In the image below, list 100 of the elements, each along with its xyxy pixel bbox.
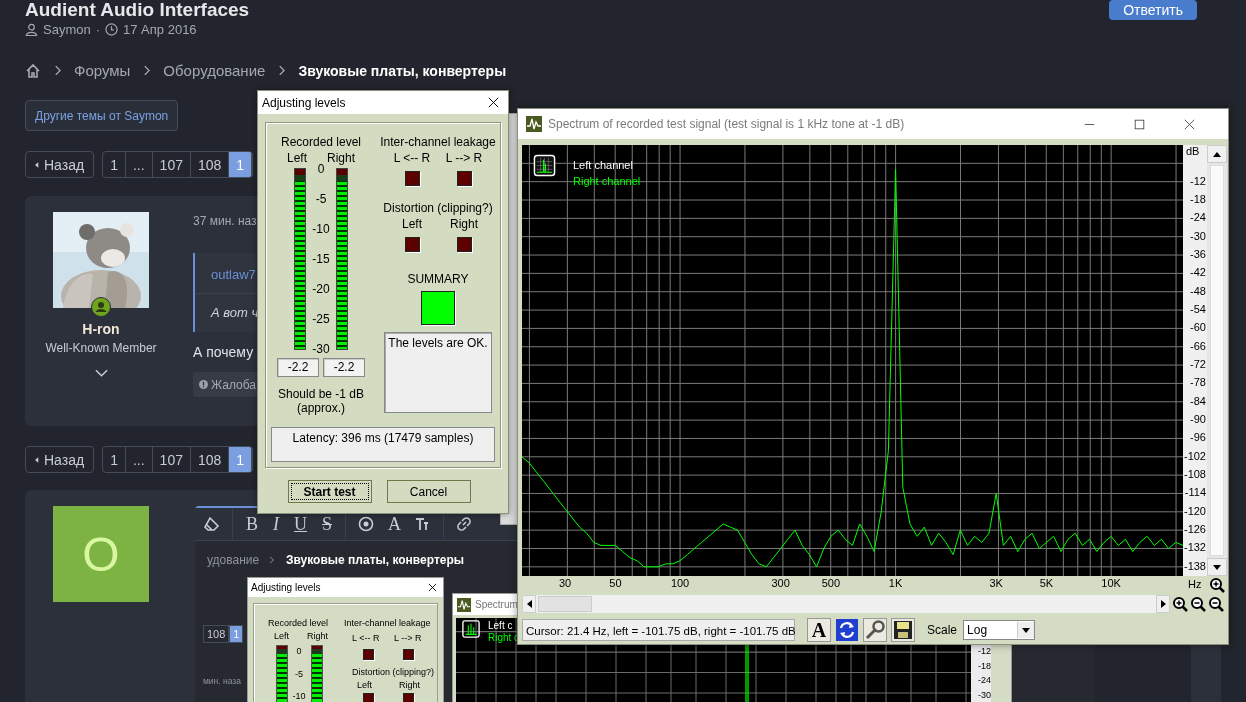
- eraser-icon[interactable]: [203, 515, 221, 533]
- page-link[interactable]: 107: [152, 152, 191, 177]
- chevron-icon: [143, 65, 151, 76]
- maximize-button[interactable]: [1134, 118, 1145, 130]
- axis-label: -54: [1190, 303, 1206, 316]
- chevron-down-icon[interactable]: [94, 369, 108, 377]
- legend-label: Left channel: [573, 158, 634, 173]
- axis-label: -84: [1190, 394, 1206, 407]
- other-topics-button[interactable]: Другие темы от Saymon: [25, 100, 179, 131]
- zoom-in-icon[interactable]: [1209, 577, 1225, 593]
- post-time: 37 мин. наз: [193, 214, 257, 228]
- close-button[interactable]: [1184, 118, 1195, 130]
- arrow-down-icon[interactable]: [1213, 564, 1221, 570]
- page-link[interactable]: ...: [125, 152, 153, 177]
- leakage-label: Inter-channel leakage: [344, 618, 431, 628]
- arrow-right-icon[interactable]: [1160, 599, 1166, 608]
- previous-page-button[interactable]: Назад: [25, 446, 95, 473]
- dialog-button[interactable]: Cancel: [386, 480, 471, 503]
- zoom-out-icon[interactable]: [1190, 595, 1206, 612]
- scale-label: -30: [312, 342, 330, 356]
- axis-label: -42: [1190, 266, 1206, 279]
- axis-label: 5K: [1038, 577, 1055, 589]
- scale-select[interactable]: Log: [963, 620, 1036, 640]
- post-time: мин. наза: [203, 676, 241, 686]
- text-color-button[interactable]: A: [386, 513, 404, 535]
- wrench-icon[interactable]: [863, 618, 887, 642]
- zoom-out-icon[interactable]: [1208, 595, 1224, 612]
- report-button[interactable]: Жалоба: [193, 372, 259, 397]
- axis-label: -138: [1183, 559, 1206, 572]
- page-link[interactable]: ...: [125, 447, 153, 472]
- quote-author-link[interactable]: outlaw7: [211, 267, 256, 282]
- channel-label: Right: [307, 631, 328, 641]
- scale-label: 0: [317, 162, 325, 176]
- hint-note: (approx.): [297, 401, 345, 415]
- post-date: 17 Апр 2016: [123, 22, 197, 37]
- axis-label: -72: [1190, 358, 1206, 371]
- link-icon[interactable]: [455, 515, 474, 533]
- waveform-icon: [457, 597, 471, 612]
- chevron-icon: [54, 65, 61, 76]
- axis-unit: dB: [1186, 145, 1200, 157]
- separator-dot: ·: [95, 22, 101, 37]
- axis-label: -114: [1184, 486, 1206, 499]
- axis-label: -18: [978, 660, 991, 671]
- user-title: Well-Known Member: [45, 341, 157, 355]
- channel-label: Right: [327, 151, 355, 165]
- channel-label: Left: [287, 151, 307, 165]
- distortion-label: Distortion (clipping?): [383, 201, 493, 215]
- italic-button[interactable]: I: [271, 513, 281, 535]
- chart-icon[interactable]: [533, 154, 556, 177]
- chevron-icon: [278, 65, 286, 76]
- breadcrumb-link[interactable]: Оборудование: [163, 62, 266, 79]
- scale-label: Scale: [927, 623, 958, 637]
- cursor-readout: Cursor: 21.4 Hz, left = -101.75 dB, right = -101.75 dB: [522, 619, 795, 641]
- scale-label: -25: [312, 312, 330, 326]
- arrow-up-icon[interactable]: [1213, 151, 1221, 157]
- axis-label: -90: [1190, 413, 1206, 426]
- scale-label: -10: [291, 691, 307, 701]
- page-link[interactable]: 1: [103, 152, 126, 177]
- waveform-icon: [526, 116, 542, 132]
- reply-button[interactable]: Ответить: [1109, 0, 1197, 20]
- home-icon[interactable]: [25, 62, 41, 79]
- breadcrumb-link[interactable]: Форумы: [74, 62, 131, 79]
- font-button[interactable]: A: [807, 618, 831, 642]
- refresh-icon[interactable]: [835, 618, 859, 642]
- username[interactable]: H-ron: [82, 321, 120, 337]
- page-link[interactable]: 1: [103, 447, 126, 472]
- save-icon[interactable]: [891, 618, 915, 642]
- axis-label: 10K: [1100, 577, 1122, 589]
- dialog-button[interactable]: Start test: [287, 480, 372, 503]
- user-icon: [25, 23, 38, 36]
- axis-label: -12: [978, 646, 991, 656]
- latency-text: Latency: 396 ms (17479 samples): [292, 431, 474, 445]
- axis-label: -36: [1190, 248, 1206, 261]
- close-button[interactable]: [488, 97, 499, 108]
- previous-page-button[interactable]: Назад: [25, 151, 95, 178]
- circle-icon[interactable]: [357, 515, 376, 533]
- underline-button[interactable]: U: [292, 513, 309, 535]
- previous-label: Назад: [44, 451, 85, 468]
- bold-button[interactable]: B: [244, 513, 260, 535]
- window-title: Adjusting levels: [262, 95, 346, 110]
- channel-label: L --> R: [445, 151, 483, 165]
- zoom-in-icon[interactable]: [1172, 595, 1188, 612]
- channel-label: Left: [274, 631, 289, 641]
- leakage-label: Inter-channel leakage: [380, 135, 496, 149]
- channel-label: Left: [402, 217, 422, 231]
- axis-label: 300: [770, 577, 791, 589]
- axis-label: -24: [1190, 211, 1206, 224]
- author-link[interactable]: Saymon: [43, 22, 91, 37]
- scroll-thumb[interactable]: [538, 595, 592, 612]
- arrow-left-icon[interactable]: [526, 599, 532, 608]
- scale-label: -10: [312, 222, 330, 236]
- summary-label: SUMMARY: [407, 272, 469, 286]
- axis-label: -24: [978, 675, 991, 685]
- horizontal-scrollbar[interactable]: [522, 594, 1170, 613]
- status-message: The levels are OK.: [388, 336, 488, 350]
- clock-icon: [105, 23, 119, 36]
- page-link[interactable]: 107: [152, 447, 191, 472]
- strikethrough-button[interactable]: S: [320, 513, 335, 535]
- previous-label: Назад: [44, 156, 85, 173]
- breadcrumb-link[interactable]: Звуковые платы, конвертеры: [298, 62, 507, 79]
